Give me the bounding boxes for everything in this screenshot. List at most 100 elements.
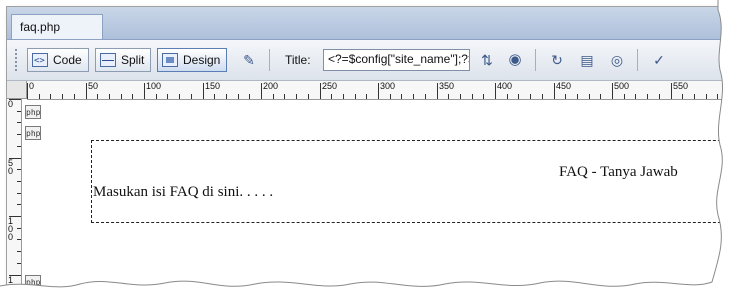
ruler-tick: [717, 94, 718, 99]
faq-body-text: Masukan isi FAQ di sini. . . . .: [93, 184, 274, 200]
ruler-tick: [17, 146, 21, 147]
ruler-tick: [17, 169, 21, 170]
split-view-label: Split: [121, 53, 145, 67]
live-view-icon[interactable]: ✎: [239, 50, 259, 70]
ruler-tick: [507, 94, 508, 99]
ruler-tick: [17, 181, 21, 182]
ruler-tick: [600, 94, 601, 99]
ruler-tick: [121, 94, 122, 99]
vertical-ruler: 0 50 100 150: [7, 99, 22, 297]
ruler-tick: [659, 94, 660, 99]
toolbar-grip[interactable]: [15, 49, 21, 71]
ruler-tick: [320, 83, 321, 99]
ruler-tick: [647, 94, 648, 99]
php-code-marker[interactable]: php: [25, 126, 41, 140]
ruler-tick: [706, 94, 707, 99]
ruler-label: 300: [380, 81, 396, 91]
split-view-button[interactable]: Split: [95, 48, 152, 72]
refresh-icon[interactable]: ↻: [547, 50, 567, 70]
ruler-tick: [682, 94, 683, 99]
code-view-icon: [32, 50, 48, 72]
ruler-tick: [97, 94, 98, 99]
ruler-tick: [448, 94, 449, 99]
ruler-tick: [39, 94, 40, 99]
editor-window: faq.php Code Split Design ✎ Title: <?=$c…: [6, 6, 736, 298]
document-toolbar: Code Split Design ✎ Title: <?=$config["s…: [7, 40, 736, 81]
ruler-tick: [50, 94, 51, 99]
ruler-tick: [542, 94, 543, 99]
design-view-button[interactable]: Design: [157, 48, 228, 72]
ruler-tick: [17, 111, 21, 112]
ruler-tick: [261, 83, 262, 99]
ruler-tick: [156, 94, 157, 99]
validate-markup-icon[interactable]: ✓: [649, 50, 669, 70]
ruler-tick: [635, 94, 636, 99]
ruler-label: 100: [8, 216, 14, 242]
ruler-tick: [671, 83, 672, 99]
design-view-icon: [162, 53, 178, 67]
document-tab-strip: faq.php: [7, 7, 736, 40]
ruler-tick: [694, 94, 695, 99]
ruler-tick: [74, 94, 75, 99]
ruler-tick: [413, 94, 414, 99]
ruler-tick: [460, 94, 461, 99]
ruler-tick: [577, 94, 578, 99]
preview-in-browser-icon[interactable]: ◉: [505, 50, 525, 70]
ruler-tick: [249, 94, 250, 99]
ruler-tick: [17, 122, 21, 123]
code-view-button[interactable]: Code: [27, 48, 89, 72]
ruler-tick: [565, 94, 566, 99]
ruler-tick: [132, 94, 133, 99]
ruler-label: 350: [439, 81, 455, 91]
ruler-tick: [378, 83, 379, 99]
ruler-label: 100: [146, 81, 162, 91]
ruler-tick: [296, 94, 297, 99]
ruler-tick: [238, 94, 239, 99]
ruler-label: 400: [497, 81, 513, 91]
ruler-tick: [17, 204, 21, 205]
ruler-tick: [17, 193, 21, 194]
ruler-label: 500: [614, 81, 630, 91]
ruler-tick: [179, 94, 180, 99]
content-div-box[interactable]: [91, 140, 736, 223]
code-view-label: Code: [53, 53, 82, 67]
ruler-label: 0: [29, 81, 35, 91]
title-label: Title:: [285, 53, 311, 67]
ruler-tick: [273, 94, 274, 99]
ruler-tick: [554, 83, 555, 99]
title-input[interactable]: <?=$config["site_name"];?> -: [323, 49, 470, 71]
ruler-tick: [86, 83, 87, 99]
ruler-label: 200: [263, 81, 279, 91]
ruler-tick: [366, 94, 367, 99]
ruler-tick: [390, 94, 391, 99]
file-management-icon[interactable]: ⇅: [477, 50, 497, 70]
ruler-corner: [7, 81, 27, 99]
ruler-tick: [17, 228, 21, 229]
ruler-tick: [401, 94, 402, 99]
toolbar-separator: [269, 49, 270, 71]
ruler-tick: [226, 94, 227, 99]
view-options-icon[interactable]: ▤: [577, 50, 597, 70]
ruler-tick: [308, 94, 309, 99]
ruler-tick: [214, 94, 215, 99]
ruler-tick: [518, 94, 519, 99]
ruler-tick: [167, 94, 168, 99]
document-tab-faq[interactable]: faq.php: [11, 14, 103, 39]
split-view-icon: [100, 53, 116, 67]
ruler-label: 250: [322, 81, 338, 91]
ruler-tick: [17, 286, 21, 287]
php-code-marker[interactable]: php: [25, 275, 41, 289]
ruler-tick: [17, 263, 21, 264]
ruler-tick: [331, 94, 332, 99]
ruler-tick: [62, 94, 63, 99]
ruler-tick: [109, 94, 110, 99]
ruler-tick: [612, 83, 613, 99]
ruler-label: 150: [205, 81, 221, 91]
ruler-tick: [495, 83, 496, 99]
ruler-tick: [437, 83, 438, 99]
visual-aids-icon[interactable]: ◎: [607, 50, 627, 70]
ruler-tick: [530, 94, 531, 99]
ruler-label: 450: [556, 81, 572, 91]
php-code-marker[interactable]: php: [25, 105, 41, 119]
ruler-tick: [144, 83, 145, 99]
